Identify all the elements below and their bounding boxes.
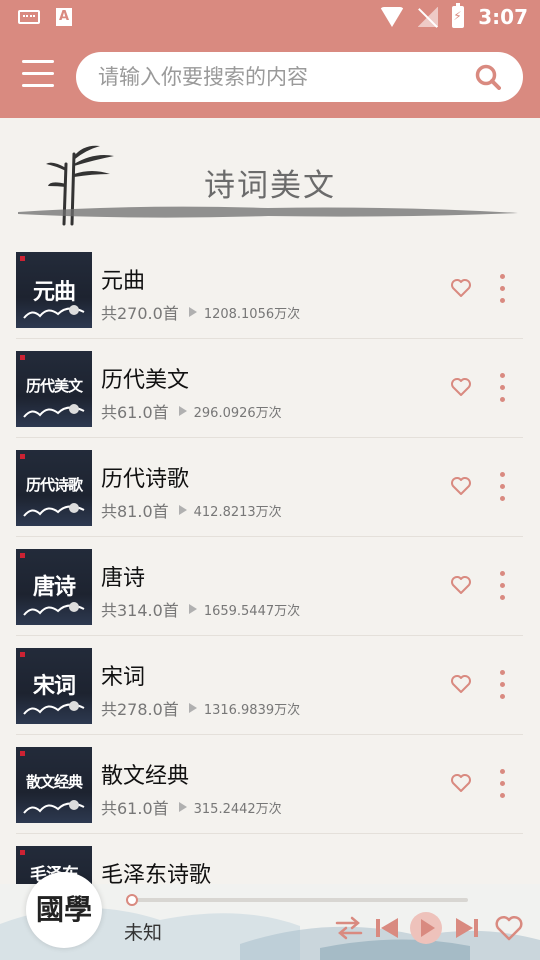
item-count: 共278.0首	[101, 700, 179, 719]
play-count-icon	[178, 505, 187, 515]
item-count: 共314.0首	[101, 601, 179, 620]
item-cover-image: 元曲	[16, 252, 92, 328]
battery-charging-icon	[452, 3, 465, 28]
item-plays: 1208.1056万次	[203, 306, 301, 322]
item-cover-image: 散文经典	[16, 747, 92, 823]
hamburger-line	[22, 72, 54, 75]
previous-track-icon[interactable]	[372, 914, 402, 942]
more-options-icon[interactable]	[500, 571, 506, 601]
item-title: 宋词	[101, 665, 146, 690]
item-title: 历代美文	[101, 368, 190, 393]
guoxue-logo: 國學	[35, 893, 92, 926]
heart-icon[interactable]	[450, 773, 472, 793]
track-title: 未知	[124, 922, 163, 944]
list-item[interactable]: 宋词 宋词 共278.0首 1316.9839万次	[16, 636, 523, 735]
clock: 3:07	[478, 5, 528, 29]
play-count-icon	[178, 406, 187, 416]
more-options-icon[interactable]	[500, 670, 506, 700]
heart-icon[interactable]	[450, 476, 472, 496]
item-plays: 1316.9839万次	[203, 702, 301, 718]
more-options-icon[interactable]	[500, 373, 506, 403]
app-a-icon: A	[56, 8, 72, 26]
item-cover-image: 历代美文	[16, 351, 92, 427]
item-plays: 412.8213万次	[193, 504, 282, 520]
progress-knob[interactable]	[126, 894, 138, 906]
list-item[interactable]: 历代诗歌 历代诗歌 共81.0首 412.8213万次	[16, 438, 523, 537]
hamburger-line	[22, 60, 54, 63]
more-options-icon[interactable]	[500, 274, 506, 304]
heart-icon[interactable]	[450, 377, 472, 397]
play-count-icon	[188, 307, 197, 317]
play-count-icon	[188, 703, 197, 713]
category-banner: 诗词美文	[0, 118, 540, 230]
list-item[interactable]: 唐诗 唐诗 共314.0首 1659.5447万次	[16, 537, 523, 636]
item-count: 共81.0首	[101, 502, 169, 521]
wifi-icon	[380, 7, 405, 27]
progress-bar[interactable]	[128, 898, 468, 902]
more-options-icon[interactable]	[500, 769, 506, 799]
more-options-icon[interactable]	[500, 472, 506, 502]
play-count-icon	[178, 802, 187, 812]
play-icon[interactable]	[408, 910, 444, 946]
keyboard-icon	[18, 10, 40, 24]
item-count: 共61.0首	[101, 799, 169, 818]
next-track-icon[interactable]	[452, 914, 482, 942]
item-title: 元曲	[101, 269, 146, 294]
item-plays: 315.2442万次	[193, 801, 282, 817]
category-list: 元曲 元曲 共270.0首 1208.1056万次 历代美文 历代美文 共61.…	[16, 240, 523, 933]
item-plays: 1659.5447万次	[203, 603, 301, 619]
menu-button[interactable]	[22, 60, 54, 92]
hamburger-line	[22, 84, 54, 87]
item-count: 共61.0首	[101, 403, 169, 422]
heart-icon[interactable]	[450, 575, 472, 595]
item-count: 共270.0首	[101, 304, 179, 323]
item-title: 散文经典	[101, 764, 190, 789]
item-title: 唐诗	[101, 566, 146, 591]
list-item[interactable]: 散文经典 散文经典 共61.0首 315.2442万次	[16, 735, 523, 834]
list-item[interactable]: 元曲 元曲 共270.0首 1208.1056万次	[16, 240, 523, 339]
app-header	[0, 36, 540, 118]
player-album-avatar[interactable]: 國學	[26, 872, 102, 948]
item-cover-image: 历代诗歌	[16, 450, 92, 526]
item-plays: 296.0926万次	[193, 405, 282, 421]
heart-icon[interactable]	[450, 278, 472, 298]
favorite-heart-icon[interactable]	[494, 914, 524, 942]
list-item[interactable]: 历代美文 历代美文 共61.0首 296.0926万次	[16, 339, 523, 438]
item-cover-image: 宋词	[16, 648, 92, 724]
shuffle-icon[interactable]	[334, 914, 364, 942]
search-icon[interactable]	[475, 64, 501, 90]
item-cover-image: 唐诗	[16, 549, 92, 625]
status-bar: A 3:07	[0, 0, 540, 36]
search-bar[interactable]	[76, 52, 523, 102]
page-title: 诗词美文	[204, 168, 336, 204]
heart-icon[interactable]	[450, 674, 472, 694]
no-signal-icon	[418, 7, 439, 27]
search-input[interactable]	[98, 65, 458, 89]
play-count-icon	[188, 604, 197, 614]
item-title: 历代诗歌	[101, 467, 190, 492]
